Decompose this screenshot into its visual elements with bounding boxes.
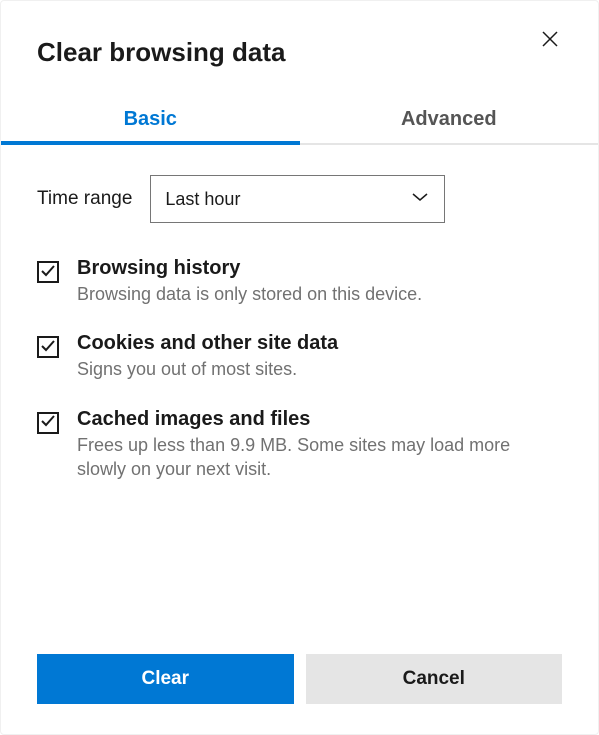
option-cookies: Cookies and other site data Signs you ou… bbox=[37, 332, 562, 381]
dialog-footer: Clear Cancel bbox=[37, 654, 562, 704]
tab-basic[interactable]: Basic bbox=[1, 96, 300, 143]
cancel-button[interactable]: Cancel bbox=[306, 654, 563, 704]
time-range-select[interactable]: Last hour bbox=[150, 175, 445, 223]
time-range-label: Time range bbox=[37, 188, 132, 210]
tab-advanced[interactable]: Advanced bbox=[300, 96, 599, 143]
time-range-selected: Last hour bbox=[165, 189, 240, 210]
option-desc: Browsing data is only stored on this dev… bbox=[77, 282, 562, 306]
option-browsing-history: Browsing history Browsing data is only s… bbox=[37, 257, 562, 306]
option-title: Cookies and other site data bbox=[77, 332, 562, 355]
checkbox-cached[interactable] bbox=[37, 412, 59, 434]
option-text: Cookies and other site data Signs you ou… bbox=[77, 332, 562, 381]
dialog-header: Clear browsing data bbox=[37, 37, 562, 68]
option-desc: Frees up less than 9.9 MB. Some sites ma… bbox=[77, 433, 562, 482]
close-icon bbox=[542, 31, 558, 51]
option-cached: Cached images and files Frees up less th… bbox=[37, 408, 562, 482]
close-button[interactable] bbox=[538, 27, 562, 54]
clear-browsing-data-dialog: Clear browsing data Basic Advanced Time … bbox=[0, 0, 599, 735]
checkmark-icon bbox=[40, 263, 56, 282]
options-list: Browsing history Browsing data is only s… bbox=[37, 257, 562, 481]
clear-button[interactable]: Clear bbox=[37, 654, 294, 704]
checkmark-icon bbox=[40, 413, 56, 432]
option-title: Browsing history bbox=[77, 257, 562, 280]
option-title: Cached images and files bbox=[77, 408, 562, 431]
dialog-title: Clear browsing data bbox=[37, 37, 286, 68]
option-desc: Signs you out of most sites. bbox=[77, 357, 562, 381]
checkbox-cookies[interactable] bbox=[37, 336, 59, 358]
time-range-row: Time range Last hour bbox=[37, 175, 562, 223]
checkmark-icon bbox=[40, 338, 56, 357]
option-text: Browsing history Browsing data is only s… bbox=[77, 257, 562, 306]
checkbox-browsing-history[interactable] bbox=[37, 261, 59, 283]
option-text: Cached images and files Frees up less th… bbox=[77, 408, 562, 482]
time-range-select-wrap: Last hour bbox=[150, 175, 445, 223]
tabs: Basic Advanced bbox=[1, 96, 598, 145]
